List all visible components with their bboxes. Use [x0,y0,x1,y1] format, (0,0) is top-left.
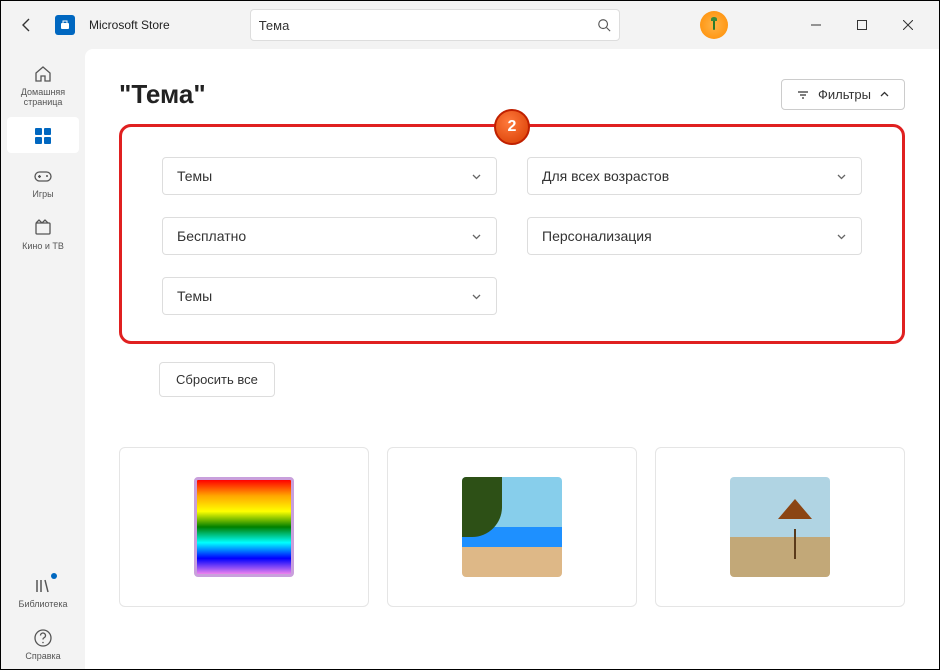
close-button[interactable] [885,9,931,41]
minimize-button[interactable] [793,9,839,41]
chevron-up-icon [879,89,890,100]
theme-thumbnail [462,477,562,577]
sidebar: Домашняя страница Игры Кино и ТВ [1,49,85,669]
nav-apps[interactable] [7,117,79,153]
nav-label: Игры [32,189,53,199]
apps-icon [32,125,54,147]
nav-games[interactable]: Игры [7,157,79,205]
filter-category[interactable]: Темы [162,157,497,195]
result-card[interactable] [119,447,369,607]
filter-value: Темы [177,288,212,304]
reset-filters-button[interactable]: Сбросить все [159,362,275,397]
filter-value: Темы [177,168,212,184]
nav-label: Справка [25,651,60,661]
results-grid [119,447,905,607]
filter-department[interactable]: Персонализация [527,217,862,255]
search-icon[interactable] [597,18,611,32]
result-card[interactable] [387,447,637,607]
filter-value: Персонализация [542,228,652,244]
notification-dot [51,573,57,579]
filter-price[interactable]: Бесплатно [162,217,497,255]
games-icon [32,165,54,187]
nav-help[interactable]: Справка [7,619,79,667]
filter-age[interactable]: Для всех возрастов [527,157,862,195]
chevron-down-icon [836,231,847,242]
library-icon [32,575,54,597]
nav-label: Библиотека [19,599,68,609]
nav-library[interactable]: Библиотека [7,567,79,615]
page-title: "Тема" [119,79,206,110]
profile-avatar[interactable] [700,11,728,39]
main-content: "Тема" Фильтры 2 Темы Для всех возраст [85,49,939,669]
maximize-button[interactable] [839,9,885,41]
filter-icon [796,88,810,102]
search-input[interactable] [259,18,597,33]
step-badge: 2 [494,109,530,145]
filter-value: Бесплатно [177,228,246,244]
titlebar: Microsoft Store [1,1,939,49]
nav-movies[interactable]: Кино и ТВ [7,209,79,257]
filters-label: Фильтры [818,87,871,102]
filters-toggle[interactable]: Фильтры [781,79,905,110]
back-button[interactable] [9,7,45,43]
search-field[interactable] [250,9,620,41]
chevron-down-icon [471,231,482,242]
home-icon [32,63,54,85]
help-icon [32,627,54,649]
store-app-icon [55,15,75,35]
nav-label: Кино и ТВ [22,241,64,251]
filter-subcategory[interactable]: Темы [162,277,497,315]
header-row: "Тема" Фильтры [119,79,905,110]
nav-label: Домашняя страница [7,87,79,107]
chevron-down-icon [471,291,482,302]
app-title: Microsoft Store [89,18,170,32]
filters-panel: 2 Темы Для всех возрастов Бесплатно Перс… [119,124,905,344]
movies-icon [32,217,54,239]
chevron-down-icon [471,171,482,182]
result-card[interactable] [655,447,905,607]
chevron-down-icon [836,171,847,182]
theme-thumbnail [194,477,294,577]
nav-home[interactable]: Домашняя страница [7,55,79,113]
theme-thumbnail [730,477,830,577]
window-controls [793,9,931,41]
filter-value: Для всех возрастов [542,168,669,184]
